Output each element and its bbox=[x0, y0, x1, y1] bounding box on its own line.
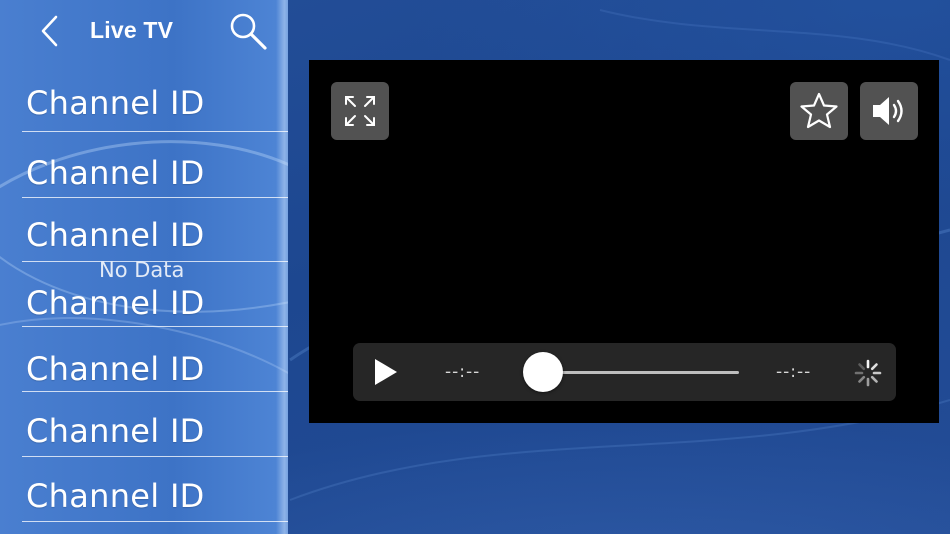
channel-item[interactable]: Channel ID bbox=[22, 327, 288, 392]
search-button[interactable] bbox=[226, 10, 270, 54]
expand-arrows-icon bbox=[345, 96, 375, 126]
current-time: --:-- bbox=[445, 362, 481, 382]
speaker-icon bbox=[873, 97, 903, 125]
back-button[interactable] bbox=[38, 14, 64, 48]
channel-label: Channel ID bbox=[26, 350, 205, 388]
total-time: --:-- bbox=[776, 362, 812, 382]
fullscreen-button[interactable] bbox=[331, 82, 389, 140]
volume-button[interactable] bbox=[860, 82, 918, 140]
play-icon bbox=[375, 359, 397, 385]
channel-label: Channel ID bbox=[26, 412, 205, 450]
channel-label: Channel ID bbox=[26, 216, 205, 254]
page-title: Live TV bbox=[90, 17, 174, 43]
search-icon bbox=[230, 13, 267, 50]
chevron-left-icon bbox=[41, 15, 58, 47]
channel-item[interactable]: Channel ID bbox=[22, 62, 288, 132]
channel-item[interactable]: Channel ID bbox=[22, 198, 288, 262]
channel-item[interactable]: Channel ID bbox=[22, 457, 288, 522]
play-button[interactable] bbox=[367, 357, 401, 387]
channel-label: Channel ID bbox=[26, 154, 205, 192]
video-player[interactable]: --:-- --:-- bbox=[309, 60, 939, 423]
sidebar-header: Live TV bbox=[0, 0, 288, 62]
favorite-button[interactable] bbox=[790, 82, 848, 140]
spinner-icon bbox=[854, 359, 882, 387]
channel-item[interactable]: Channel ID bbox=[22, 132, 288, 198]
channel-label: Channel ID bbox=[26, 284, 205, 322]
seek-thumb[interactable] bbox=[523, 352, 563, 392]
seek-track[interactable] bbox=[543, 371, 739, 374]
sidebar: Live TV Channel ID Channel ID Channel ID… bbox=[0, 0, 288, 534]
star-outline-icon bbox=[800, 92, 838, 129]
playback-controls: --:-- --:-- bbox=[353, 343, 896, 401]
channel-item[interactable]: Channel ID bbox=[22, 392, 288, 457]
empty-state-text: No Data bbox=[99, 258, 185, 282]
channel-label: Channel ID bbox=[26, 477, 205, 515]
channel-label: Channel ID bbox=[26, 84, 205, 122]
